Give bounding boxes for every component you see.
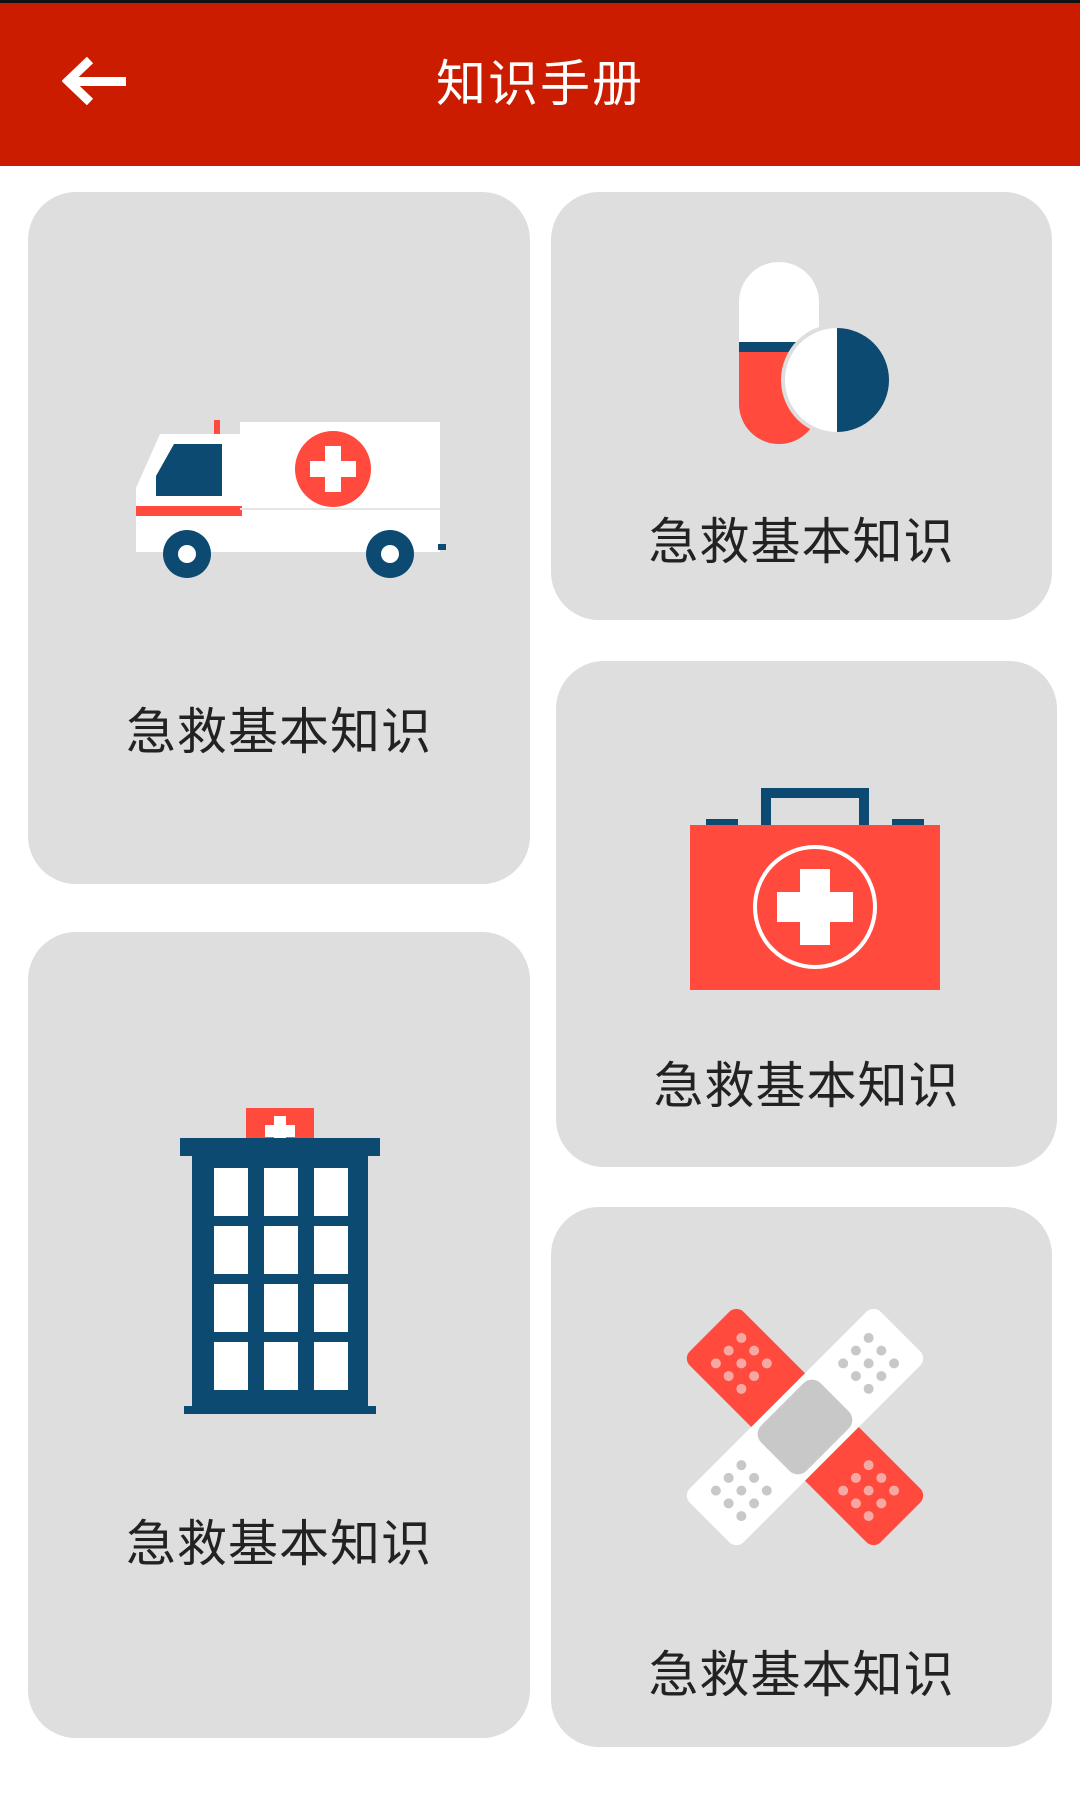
bandage-icon (686, 1308, 924, 1546)
card-label: 急救基本知识 (653, 1057, 960, 1115)
card-label: 急救基本知识 (126, 1515, 432, 1573)
page-title: 知识手册 (436, 55, 644, 113)
first-aid-kit-icon (690, 788, 940, 990)
ambulance-icon (136, 420, 446, 578)
card-label: 急救基本知识 (648, 513, 955, 571)
card-label: 急救基本知识 (126, 703, 432, 761)
card-hospital[interactable]: 急救基本知识 (28, 932, 530, 1738)
card-ambulance[interactable]: 急救基本知识 (28, 192, 530, 884)
card-bandage[interactable]: 急救基本知识 (551, 1207, 1052, 1747)
card-label: 急救基本知识 (648, 1646, 955, 1704)
app-header: 知识手册 (0, 0, 1080, 166)
card-first-aid-kit[interactable]: 急救基本知识 (556, 661, 1057, 1167)
card-pills[interactable]: 急救基本知识 (551, 192, 1052, 620)
pills-icon (739, 262, 893, 444)
hospital-icon (180, 1108, 380, 1414)
